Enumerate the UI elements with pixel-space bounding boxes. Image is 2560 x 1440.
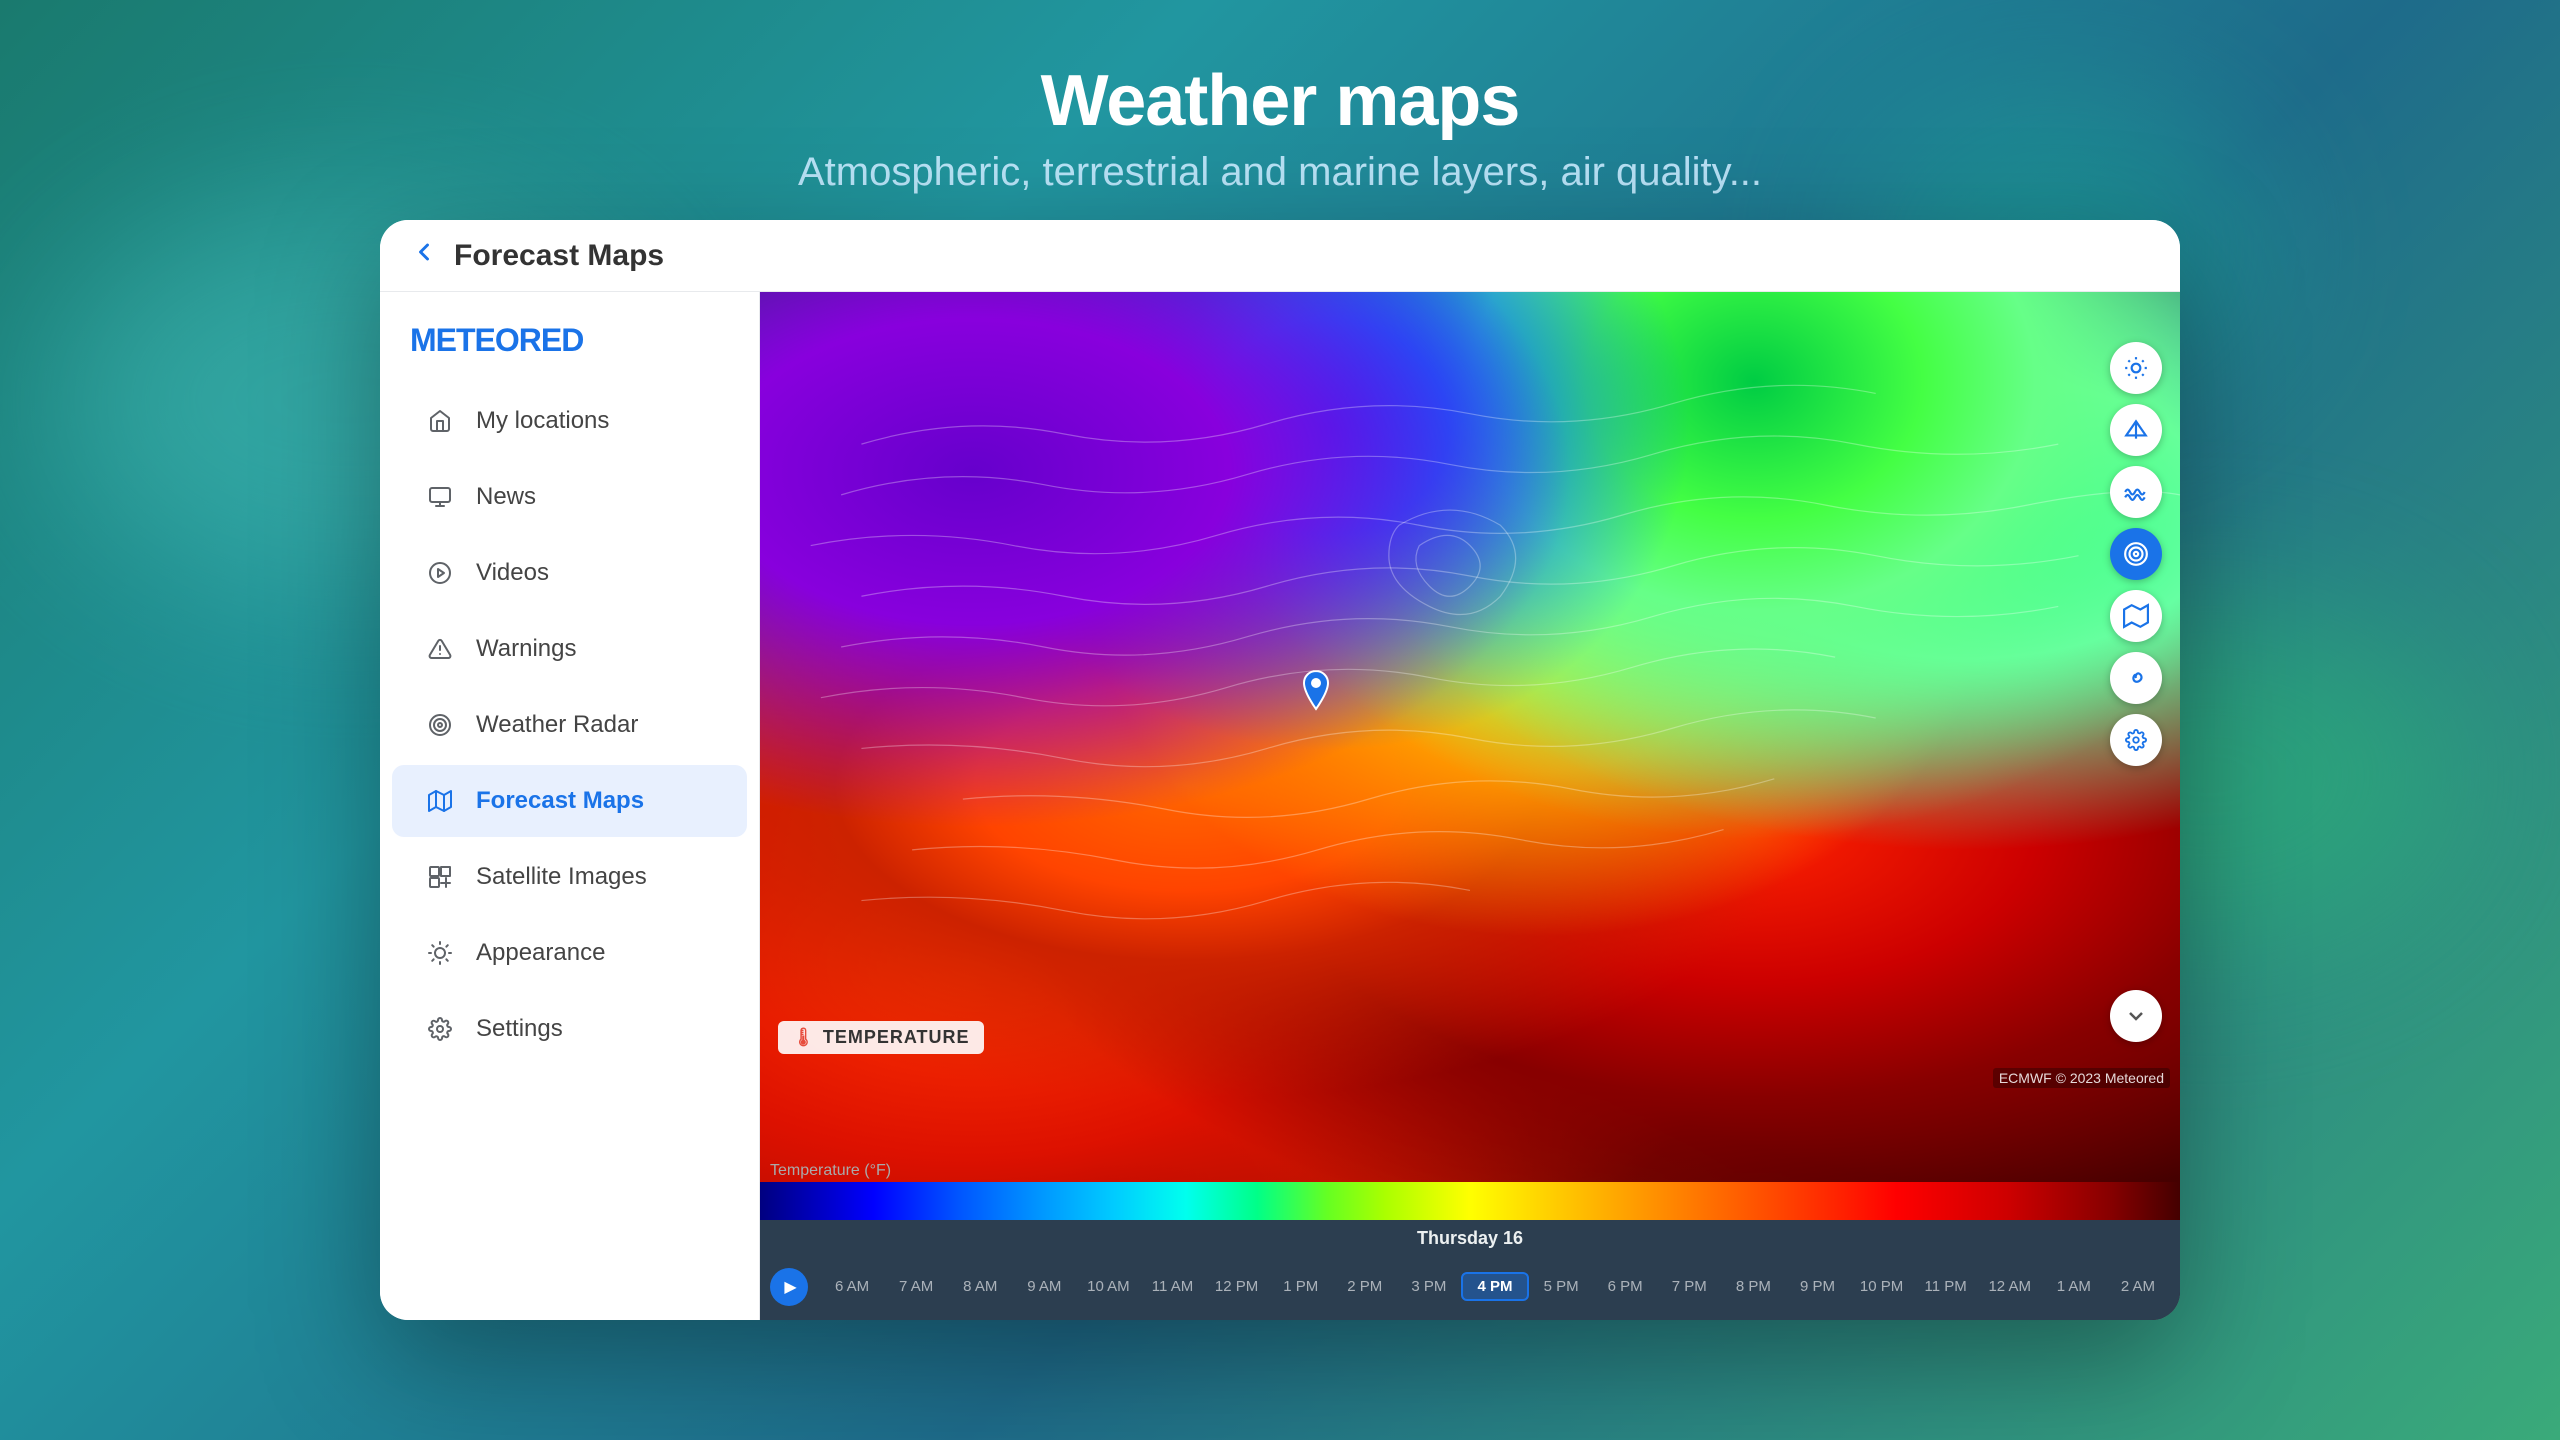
logo-area: METEORED: [380, 312, 759, 383]
sidebar-item-satellite-images[interactable]: Satellite Images: [392, 841, 747, 913]
top-bar: Forecast Maps: [380, 220, 2180, 292]
time-slot[interactable]: 8 PM: [1721, 1274, 1785, 1299]
collapse-button[interactable]: [2110, 990, 2162, 1042]
sidebar-item-videos[interactable]: Videos: [392, 537, 747, 609]
waves-layer-btn[interactable]: [2110, 466, 2162, 518]
time-slots: 6 AM7 AM8 AM9 AM10 AM11 AM12 PM1 PM2 PM3…: [820, 1272, 2170, 1301]
topbar-title: Forecast Maps: [454, 239, 664, 273]
my-locations-label: My locations: [476, 407, 609, 435]
warnings-label: Warnings: [476, 635, 576, 663]
radar-icon: [422, 707, 458, 743]
page-subtitle: Atmospheric, terrestrial and marine laye…: [0, 150, 2560, 195]
map-gradient: [760, 292, 2180, 1190]
time-slot[interactable]: 4 PM: [1461, 1272, 1529, 1301]
thermometer-icon: 🌡: [792, 1027, 815, 1048]
time-slot[interactable]: 1 PM: [1269, 1274, 1333, 1299]
timeline-times: ▶ 6 AM7 AM8 AM9 AM10 AM11 AM12 PM1 PM2 P…: [760, 1253, 2180, 1320]
color-scale-bar: [760, 1182, 2180, 1220]
time-slot[interactable]: 12 AM: [1978, 1274, 2042, 1299]
time-slot[interactable]: 5 PM: [1529, 1274, 1593, 1299]
page-title: Weather maps: [0, 60, 2560, 142]
sidebar: METEORED My locations: [380, 292, 760, 1320]
news-label: News: [476, 483, 536, 511]
time-slot[interactable]: 11 AM: [1140, 1274, 1204, 1299]
time-slot[interactable]: 10 PM: [1850, 1274, 1914, 1299]
sidebar-item-weather-radar[interactable]: Weather Radar: [392, 689, 747, 761]
time-slot[interactable]: 8 AM: [948, 1274, 1012, 1299]
time-slot[interactable]: 2 AM: [2106, 1274, 2170, 1299]
time-slot[interactable]: 2 PM: [1333, 1274, 1397, 1299]
weather-layer-btn[interactable]: [2110, 342, 2162, 394]
map-area[interactable]: 🌡 TEMPERATURE ECMWF © 2023 Meteored -40 …: [760, 292, 2180, 1320]
satellite-images-label: Satellite Images: [476, 863, 647, 891]
sidebar-item-news[interactable]: News: [392, 461, 747, 533]
time-slot[interactable]: 1 AM: [2042, 1274, 2106, 1299]
map-layer-btn[interactable]: [2110, 590, 2162, 642]
hurricane-layer-btn[interactable]: [2110, 652, 2162, 704]
news-icon: [422, 479, 458, 515]
videos-icon: [422, 555, 458, 591]
forecast-maps-label: Forecast Maps: [476, 787, 644, 815]
time-slot[interactable]: 9 AM: [1012, 1274, 1076, 1299]
temperature-label: 🌡 TEMPERATURE: [778, 1021, 984, 1054]
logo: METEORED: [410, 322, 583, 358]
time-slot[interactable]: 7 AM: [884, 1274, 948, 1299]
appearance-label: Appearance: [476, 939, 605, 967]
time-slot[interactable]: 9 PM: [1785, 1274, 1849, 1299]
temp-unit: Temperature (°F): [770, 1162, 891, 1180]
page-header: Weather maps Atmospheric, terrestrial an…: [0, 0, 2560, 235]
time-slot[interactable]: 3 PM: [1397, 1274, 1461, 1299]
weather-radar-label: Weather Radar: [476, 711, 638, 739]
time-slot[interactable]: 10 AM: [1076, 1274, 1140, 1299]
sidebar-item-appearance[interactable]: Appearance: [392, 917, 747, 989]
right-toolbar: [2110, 342, 2162, 766]
time-slot[interactable]: 6 AM: [820, 1274, 884, 1299]
weather-map[interactable]: 🌡 TEMPERATURE ECMWF © 2023 Meteored: [760, 292, 2180, 1190]
time-slot[interactable]: 6 PM: [1593, 1274, 1657, 1299]
sidebar-item-warnings[interactable]: Warnings: [392, 613, 747, 685]
layer-name: TEMPERATURE: [823, 1027, 970, 1048]
time-slot[interactable]: 7 PM: [1657, 1274, 1721, 1299]
settings-label: Settings: [476, 1015, 563, 1043]
home-icon: [422, 403, 458, 439]
back-button[interactable]: [410, 237, 438, 274]
timeline-date: Thursday 16: [760, 1220, 2180, 1253]
play-button[interactable]: ▶: [770, 1268, 808, 1306]
forecast-maps-icon: [422, 783, 458, 819]
time-slot[interactable]: 11 PM: [1914, 1274, 1978, 1299]
location-pin: [1300, 669, 1332, 707]
main-content: METEORED My locations: [380, 292, 2180, 1320]
sailing-layer-btn[interactable]: [2110, 404, 2162, 456]
sidebar-item-forecast-maps[interactable]: Forecast Maps: [392, 765, 747, 837]
play-icon: ▶: [784, 1277, 796, 1297]
warnings-icon: [422, 631, 458, 667]
sidebar-item-settings[interactable]: Settings: [392, 993, 747, 1065]
map-credit: ECMWF © 2023 Meteored: [1993, 1068, 2170, 1088]
timeline-bar: Thursday 16 ▶ 6 AM7 AM8 AM9 AM10 AM11 AM…: [760, 1220, 2180, 1320]
appearance-icon: [422, 935, 458, 971]
layer-settings-btn[interactable]: [2110, 714, 2162, 766]
sidebar-item-my-locations[interactable]: My locations: [392, 385, 747, 457]
videos-label: Videos: [476, 559, 549, 587]
app-window: Forecast Maps METEORED My locations: [380, 220, 2180, 1320]
time-slot[interactable]: 12 PM: [1205, 1274, 1269, 1299]
radar-layer-btn[interactable]: [2110, 528, 2162, 580]
settings-icon: [422, 1011, 458, 1047]
satellite-icon: [422, 859, 458, 895]
